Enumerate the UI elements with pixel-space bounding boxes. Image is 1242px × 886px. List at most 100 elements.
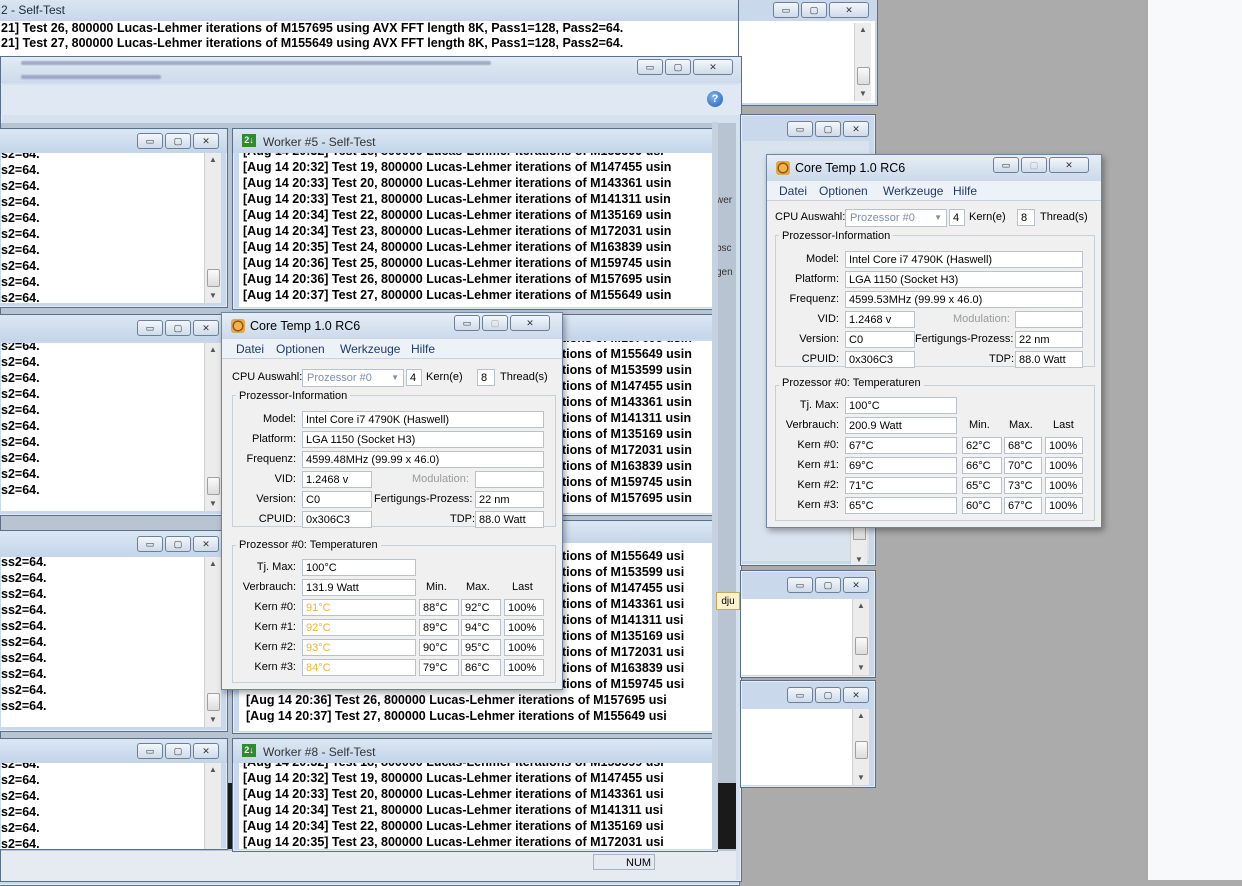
minimize-button[interactable]: ▭ xyxy=(637,59,663,75)
cpu-select[interactable]: Prozessor #0 ▼ xyxy=(845,209,947,227)
minimize-button[interactable]: ▭ xyxy=(787,687,813,703)
maximize-button[interactable]: ▢ xyxy=(815,687,841,703)
power-value: 200.9 Watt xyxy=(845,417,957,434)
worker-log-line: s2=64. xyxy=(1,163,40,177)
modulation-label: Modulation: xyxy=(412,473,469,485)
coretemp-icon xyxy=(776,161,790,175)
minimize-button[interactable]: ▭ xyxy=(993,157,1019,173)
close-button[interactable]: ✕ xyxy=(843,121,869,137)
menu-werkzeuge[interactable]: Werkzeuge xyxy=(340,342,400,356)
core-min: 65°C xyxy=(962,477,1002,494)
threads-label: Thread(s) xyxy=(1040,211,1088,223)
worker5-log-line: [Aug 14 20:32] Test 18, 800000 Lucas-Leh… xyxy=(243,153,664,160)
maximize-button[interactable]: ▢ xyxy=(665,59,691,75)
worker7-log-line: ations of M172031 usi xyxy=(555,645,685,659)
right-window-scrollbar[interactable]: ▲ ▼ xyxy=(852,599,869,675)
close-button[interactable]: ✕ xyxy=(1049,157,1089,173)
freq-value: 4599.48MHz (99.99 x 46.0) xyxy=(302,451,544,468)
maximize-button[interactable]: ▢ xyxy=(801,2,827,18)
minimize-button[interactable]: ▭ xyxy=(137,536,163,552)
worker-window-left-1: ▭ ▢ ✕ s2=64. s2=64. s2=64. s2=64. s2=64.… xyxy=(0,128,228,308)
coretemp-window-a: Core Temp 1.0 RC6 ▭ ▢ ✕ Datei Optionen W… xyxy=(221,312,563,690)
coretemp-b-titlebar[interactable]: Core Temp 1.0 RC6 ▭ ▢ ✕ xyxy=(767,155,1101,181)
worker-scrollbar-strip xyxy=(712,122,718,850)
cores-count: 4 xyxy=(406,369,422,386)
main-log-line: 21] Test 27, 800000 Lucas-Lehmer iterati… xyxy=(1,36,624,50)
maximize-button[interactable]: ▢ xyxy=(815,577,841,593)
maximize-button[interactable]: ▢ xyxy=(165,743,191,759)
processor-info-title: Prozessor-Information xyxy=(236,390,351,402)
close-button[interactable]: ✕ xyxy=(193,536,219,552)
close-button[interactable]: ✕ xyxy=(193,133,219,149)
minimize-button[interactable]: ▭ xyxy=(137,133,163,149)
minimize-button[interactable]: ▭ xyxy=(787,577,813,593)
worker-scrollbar[interactable]: ▲ ▼ xyxy=(204,557,221,727)
worker-scrollbar[interactable]: ▲ ▼ xyxy=(204,343,221,511)
main-titlebar[interactable]: 2 - Self-Test xyxy=(0,0,739,21)
maximize-button[interactable]: ▢ xyxy=(815,121,841,137)
minimize-button[interactable]: ▭ xyxy=(787,121,813,137)
close-button[interactable]: ✕ xyxy=(193,743,219,759)
worker7-log-line: ations of M155649 usi xyxy=(555,549,685,563)
minimize-button[interactable]: ▭ xyxy=(454,315,480,331)
core-min: 89°C xyxy=(419,619,459,636)
minimize-button[interactable]: ▭ xyxy=(137,320,163,336)
maximize-button[interactable]: ▢ xyxy=(482,315,508,331)
close-button[interactable]: ✕ xyxy=(843,577,869,593)
status-num: NUM xyxy=(593,854,655,870)
maximize-button[interactable]: ▢ xyxy=(1021,157,1047,173)
maximize-button[interactable]: ▢ xyxy=(165,536,191,552)
worker7-log-line: [Aug 14 20:37] Test 27, 800000 Lucas-Leh… xyxy=(246,709,667,723)
process-label: Fertigungs-Prozess: xyxy=(374,493,473,505)
cpu-select-label: CPU Auswahl: xyxy=(232,371,303,383)
menu-datei[interactable]: Datei xyxy=(779,184,807,198)
worker5-log-line: [Aug 14 20:36] Test 25, 800000 Lucas-Leh… xyxy=(243,256,672,270)
core-min: 62°C xyxy=(962,437,1002,454)
worker-window-left-2: ▭ ▢ ✕ s2=64. s2=64. s2=64. s2=64. s2=64.… xyxy=(0,314,228,516)
worker8-log-line: [Aug 14 20:34] Test 22, 800000 Lucas-Leh… xyxy=(243,819,664,833)
tjmax-label: Tj. Max: xyxy=(799,399,839,411)
worker6-log-line: ations of M143361 usin xyxy=(555,395,692,409)
core-min: 60°C xyxy=(962,497,1002,514)
threads-count: 8 xyxy=(1017,209,1035,226)
right-window-scrollbar[interactable]: ▲ ▼ xyxy=(852,709,869,785)
core-max: 86°C xyxy=(461,659,501,676)
maximize-button[interactable]: ▢ xyxy=(165,320,191,336)
core-min: 90°C xyxy=(419,639,459,656)
minimize-button[interactable]: ▭ xyxy=(773,2,799,18)
worker-log-line: s2=64. xyxy=(1,179,40,193)
menu-hilfe[interactable]: Hilfe xyxy=(953,184,977,198)
worker6-log-line: ations of M163839 usin xyxy=(555,459,692,473)
worker-scrollbar[interactable]: ▲ ▼ xyxy=(204,153,221,303)
close-button[interactable]: ✕ xyxy=(193,320,219,336)
coretemp-a-titlebar[interactable]: Core Temp 1.0 RC6 ▭ ▢ ✕ xyxy=(222,313,562,339)
worker-log-line: ss2=64. xyxy=(1,603,47,617)
core-load: 100% xyxy=(1045,457,1083,474)
menu-datei[interactable]: Datei xyxy=(236,342,264,356)
help-icon[interactable]: ? xyxy=(707,91,723,107)
close-button[interactable]: ✕ xyxy=(693,59,733,75)
menu-optionen[interactable]: Optionen xyxy=(819,184,868,198)
worker-log-line: s2=64. xyxy=(1,403,40,417)
worker7-log-line: ations of M159745 usi xyxy=(555,677,685,691)
close-button[interactable]: ✕ xyxy=(829,2,869,18)
menu-werkzeuge[interactable]: Werkzeuge xyxy=(883,184,943,198)
worker5-side-text: gen xyxy=(716,267,733,278)
worker-scrollbar[interactable]: ▲ xyxy=(204,763,221,849)
worker8-log-line: [Aug 14 20:34] Test 21, 800000 Lucas-Leh… xyxy=(243,803,664,817)
worker-log-line: s2=64. xyxy=(1,763,40,771)
menu-hilfe[interactable]: Hilfe xyxy=(411,342,435,356)
cpu-select[interactable]: Prozessor #0 ▼ xyxy=(302,369,404,387)
close-button[interactable]: ✕ xyxy=(843,687,869,703)
core-max: 95°C xyxy=(461,639,501,656)
main-scrollbar[interactable]: ▲ ▼ xyxy=(854,23,871,101)
menu-optionen[interactable]: Optionen xyxy=(276,342,325,356)
cores-label: Kern(e) xyxy=(969,211,1006,223)
core-load: 100% xyxy=(1045,477,1083,494)
core-load: 100% xyxy=(504,599,544,616)
maximize-button[interactable]: ▢ xyxy=(165,133,191,149)
minimize-button[interactable]: ▭ xyxy=(137,743,163,759)
close-button[interactable]: ✕ xyxy=(510,315,550,331)
inner-toolbar xyxy=(1,85,741,115)
worker-log-line: s2=64. xyxy=(1,259,40,273)
